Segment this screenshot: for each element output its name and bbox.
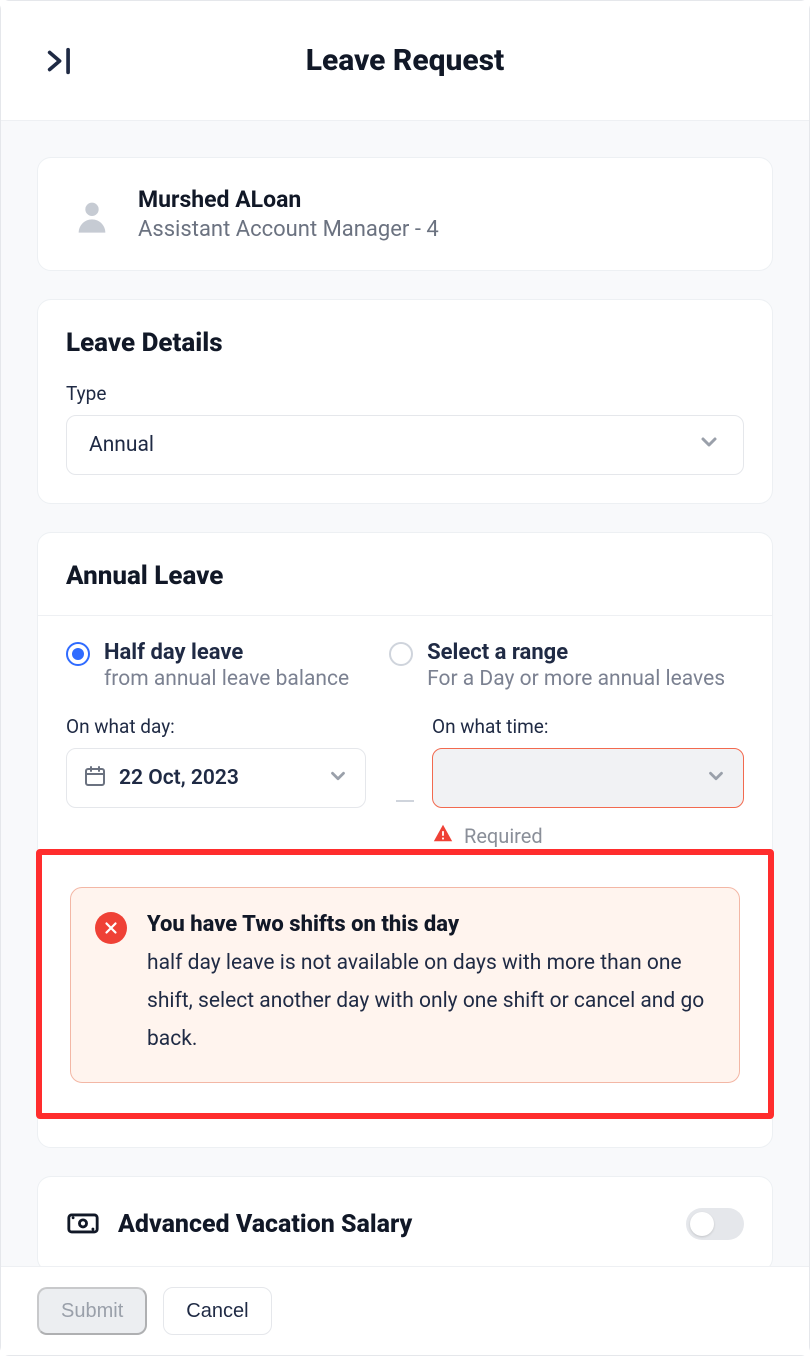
radio-range-title: Select a range (427, 640, 725, 665)
time-select[interactable] (432, 748, 744, 808)
submit-button[interactable]: Submit (37, 1287, 147, 1335)
required-hint: Required (432, 822, 744, 849)
alert-highlight: You have Two shifts on this day half day… (36, 849, 774, 1119)
time-label: On what time: (432, 715, 744, 738)
radio-half-day[interactable]: Half day leave from annual leave balance (66, 640, 349, 691)
type-value: Annual (89, 433, 154, 457)
user-name: Murshed ALoan (138, 186, 439, 213)
advanced-salary-toggle[interactable] (686, 1208, 744, 1240)
chevron-down-icon (697, 430, 721, 460)
collapse-icon[interactable] (41, 41, 81, 81)
user-role: Assistant Account Manager - 4 (138, 217, 439, 242)
advanced-salary-card: Advanced Vacation Salary (37, 1176, 773, 1266)
radio-icon (389, 642, 413, 666)
day-label: On what day: (66, 715, 378, 738)
radio-half-sub: from annual leave balance (104, 667, 349, 691)
warning-icon (432, 822, 454, 849)
error-circle-icon (95, 912, 127, 944)
annual-title: Annual Leave (38, 533, 772, 616)
type-label: Type (66, 382, 744, 405)
type-select[interactable]: Annual (66, 415, 744, 475)
page-title: Leave Request (1, 43, 809, 78)
required-text: Required (464, 824, 543, 848)
radio-icon (66, 642, 90, 666)
alert-box: You have Two shifts on this day half day… (70, 887, 740, 1083)
leave-details-card: Leave Details Type Annual (37, 299, 773, 504)
avatar-icon (70, 192, 114, 236)
radio-range[interactable]: Select a range For a Day or more annual … (389, 640, 725, 691)
chevron-down-icon (327, 765, 349, 791)
annual-leave-card: Annual Leave Half day leave from annual … (37, 532, 773, 1148)
cancel-button[interactable]: Cancel (163, 1287, 271, 1335)
user-card: Murshed ALoan Assistant Account Manager … (37, 157, 773, 271)
advanced-salary-title: Advanced Vacation Salary (118, 1210, 412, 1239)
leave-details-title: Leave Details (38, 300, 772, 382)
alert-body: half day leave is not available on days … (147, 945, 715, 1058)
calendar-icon (83, 764, 107, 792)
day-value: 22 Oct, 2023 (119, 766, 315, 790)
radio-half-title: Half day leave (104, 640, 349, 665)
day-picker[interactable]: 22 Oct, 2023 (66, 748, 366, 808)
chevron-down-icon (705, 765, 727, 791)
alert-title: You have Two shifts on this day (147, 912, 715, 937)
dash-separator (396, 800, 414, 802)
cash-icon (66, 1205, 100, 1243)
radio-range-sub: For a Day or more annual leaves (427, 667, 725, 691)
